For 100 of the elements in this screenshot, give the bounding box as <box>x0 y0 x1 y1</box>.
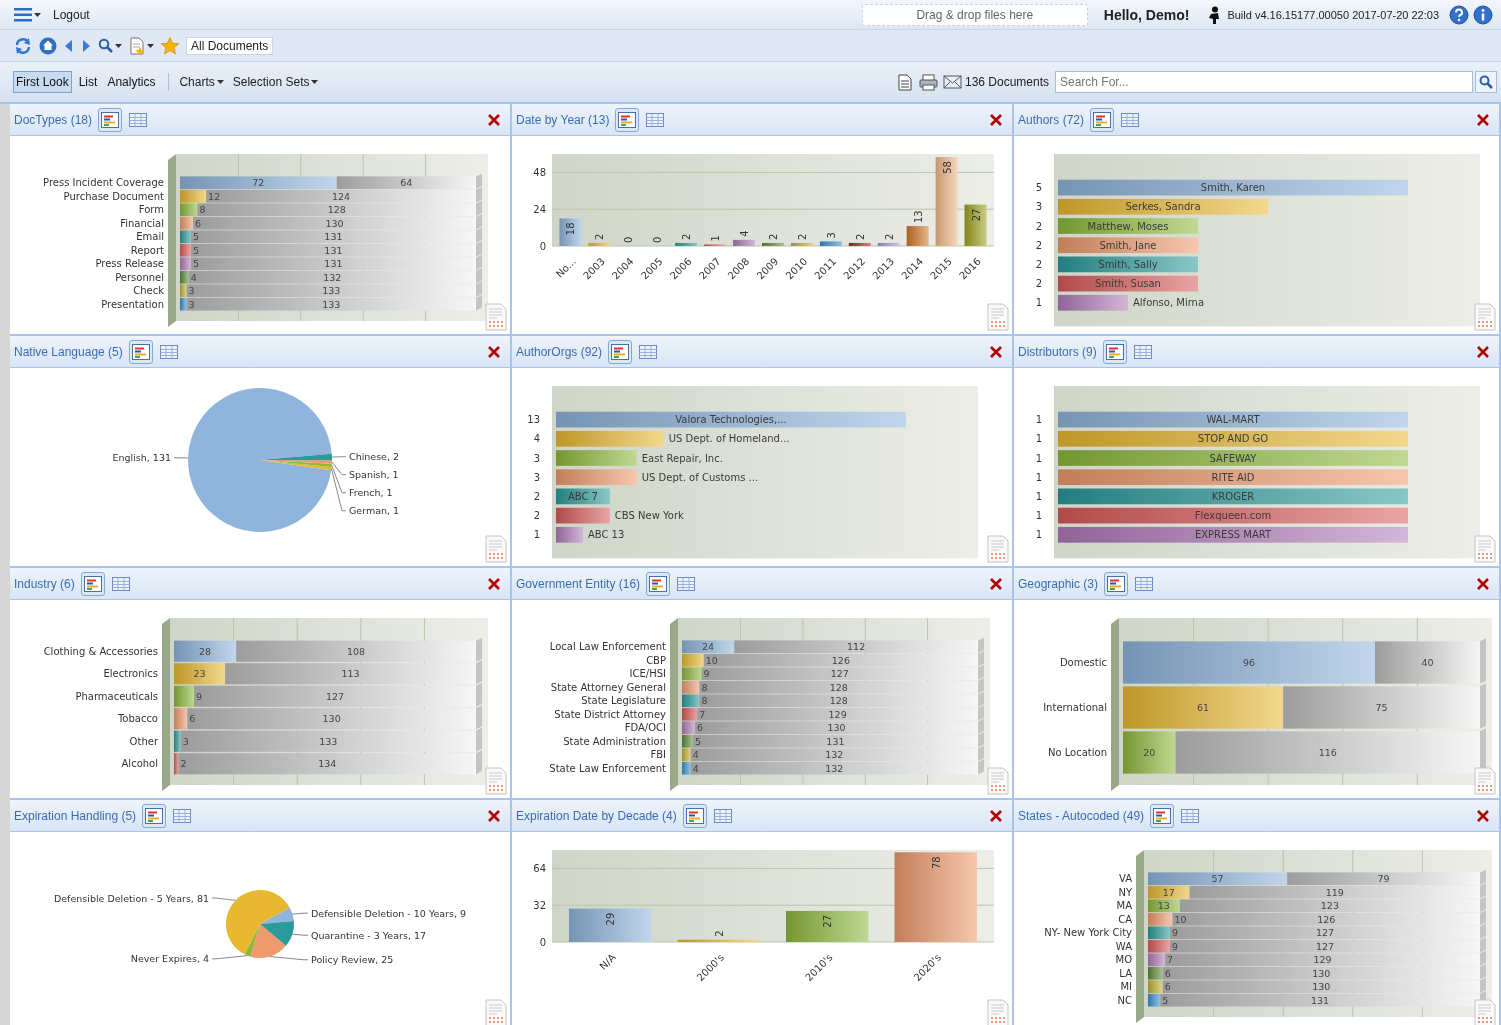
value-label: 131 <box>826 735 845 747</box>
panel-title: Geographic (3) <box>1018 576 1099 591</box>
logout-link[interactable]: Logout <box>53 7 90 22</box>
category-label: KROGER <box>1211 490 1255 502</box>
value-label: 5 <box>1035 182 1042 194</box>
category-label: MA <box>1116 900 1132 912</box>
category-label: International <box>1043 702 1107 713</box>
value-label: 10 <box>705 654 718 666</box>
menu-button[interactable]: Selection Sets <box>232 75 319 89</box>
category-label: No Location <box>1047 747 1107 758</box>
panel-title: Date by Year (13) <box>516 112 610 127</box>
category-label: Smith, Susan <box>1095 278 1161 290</box>
category-label: NC <box>1117 994 1132 1006</box>
value-label: 132 <box>825 762 844 774</box>
value-label: 1 <box>1035 529 1042 541</box>
menu-button[interactable]: Charts <box>179 75 224 89</box>
category-label: CBS New York <box>614 510 684 522</box>
category-label: US Dept. of Homeland... <box>668 433 790 445</box>
category-label: ABC 7 <box>567 490 598 502</box>
value-label: 1 <box>1035 471 1042 483</box>
value-label: 29 <box>605 912 617 926</box>
category-label: State Law Enforcement <box>549 762 666 774</box>
value-label: 3 <box>188 298 195 310</box>
value-label: 2 <box>883 233 895 240</box>
category-label: MO <box>1115 954 1132 966</box>
category-label: Alcohol <box>121 758 158 770</box>
value-label: 57 <box>1211 873 1224 885</box>
category-label: Other <box>129 735 158 747</box>
value-label: 1 <box>1035 297 1042 309</box>
category-label: Alfonso, Mirna <box>1133 297 1205 309</box>
category-label: Email <box>136 231 164 243</box>
value-label: 6 <box>1164 967 1171 979</box>
value-label: 10 <box>1174 913 1187 925</box>
category-label: SAFEWAY <box>1209 452 1257 464</box>
value-label: 58 <box>941 161 953 174</box>
category-label: Flexqueen.com <box>1194 510 1272 522</box>
value-label: 126 <box>1317 913 1336 925</box>
category-label: NY- New York City <box>1044 927 1132 939</box>
value-label: 9 <box>703 668 710 680</box>
search-field[interactable]: Search For... <box>1055 71 1473 93</box>
value-label: 2 <box>1035 258 1042 270</box>
value-label: 3 <box>182 735 189 747</box>
value-label: 7 <box>1167 954 1174 966</box>
axis-label: 0 <box>539 241 546 252</box>
value-label: 5 <box>694 735 701 747</box>
category-label: Tobacco <box>117 713 158 725</box>
panel-title: Native Language (5) <box>14 344 123 359</box>
value-label: 1 <box>533 529 540 541</box>
value-label: 4 <box>692 762 699 774</box>
value-label: 132 <box>323 271 342 283</box>
document-count: 136 Documents <box>964 75 1049 89</box>
value-label: 27 <box>970 208 982 222</box>
category-label: Smith, Jane <box>1099 239 1157 251</box>
value-label: 2 <box>854 233 866 240</box>
category-label: Local Law Enforcement <box>549 641 666 653</box>
value-label: 6 <box>195 217 202 229</box>
value-label: 2 <box>1035 239 1042 251</box>
value-label: 23 <box>193 668 206 680</box>
panel-title: States - Autocoded (49) <box>1018 808 1145 823</box>
axis-label: 48 <box>533 167 546 179</box>
value-label: 78 <box>930 856 942 870</box>
value-label: 2 <box>533 510 540 522</box>
axis-label: No... <box>553 255 578 280</box>
value-label: 3 <box>533 452 540 464</box>
value-label: 1 <box>1035 510 1042 522</box>
value-label: 8 <box>701 695 708 707</box>
value-label: 130 <box>322 713 341 725</box>
tab[interactable]: Analytics <box>104 71 159 93</box>
axis-label: N/A <box>597 951 618 972</box>
value-label: 127 <box>325 690 345 702</box>
value-label: 9 <box>1171 927 1178 939</box>
category-label: Domestic <box>1059 657 1107 668</box>
value-label: 2 <box>681 233 693 240</box>
value-label: 1 <box>1035 490 1042 502</box>
value-label: 2 <box>533 490 540 502</box>
category-label: NY <box>1118 886 1132 898</box>
value-label: 5 <box>192 231 199 243</box>
drop-zone[interactable]: Drag & drop files here <box>861 3 1088 26</box>
slice-label: Policy Review, 25 <box>311 954 394 966</box>
tab[interactable]: First Look <box>13 71 72 93</box>
panel-title: Expiration Date by Decade (4) <box>516 808 677 823</box>
value-label: 129 <box>1313 954 1332 966</box>
category-label: WA <box>1115 940 1132 952</box>
value-label: 132 <box>825 749 844 761</box>
value-label: 20 <box>1143 747 1156 758</box>
value-label: 2 <box>594 233 606 240</box>
value-label: 130 <box>827 722 846 734</box>
value-label: 3 <box>825 232 837 239</box>
value-label: 108 <box>347 645 366 657</box>
value-label: 18 <box>565 222 577 236</box>
value-label: 40 <box>1421 657 1434 668</box>
axis-label: 0 <box>539 937 546 948</box>
category-label: Check <box>133 285 164 297</box>
panel-title: Distributors (9) <box>1018 344 1097 359</box>
value-label: 27 <box>822 914 834 928</box>
category-label: Purchase Document <box>63 190 164 202</box>
value-label: 127 <box>830 668 849 680</box>
tab[interactable]: List <box>75 71 101 93</box>
value-label: 130 <box>1312 981 1331 993</box>
panel-title: Industry (6) <box>14 576 75 591</box>
